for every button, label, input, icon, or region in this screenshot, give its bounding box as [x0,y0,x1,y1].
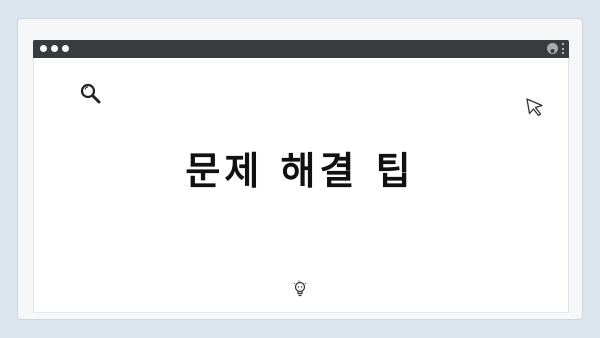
cursor-arrow-icon [526,98,543,117]
search-icon [80,83,101,104]
page-background: 문제 해결 팁 [0,0,600,338]
more-vertical-icon[interactable] [561,43,564,54]
minimize-window-button[interactable] [51,45,58,52]
page-title: 문제 해결 팁 [185,149,415,193]
close-window-button[interactable] [40,45,47,52]
user-icon[interactable] [547,43,558,54]
lightbulb-icon [293,280,307,297]
browser-toolbar-right [547,43,564,54]
browser-title-bar [33,40,569,58]
window-controls [40,45,69,52]
maximize-window-button[interactable] [62,45,69,52]
